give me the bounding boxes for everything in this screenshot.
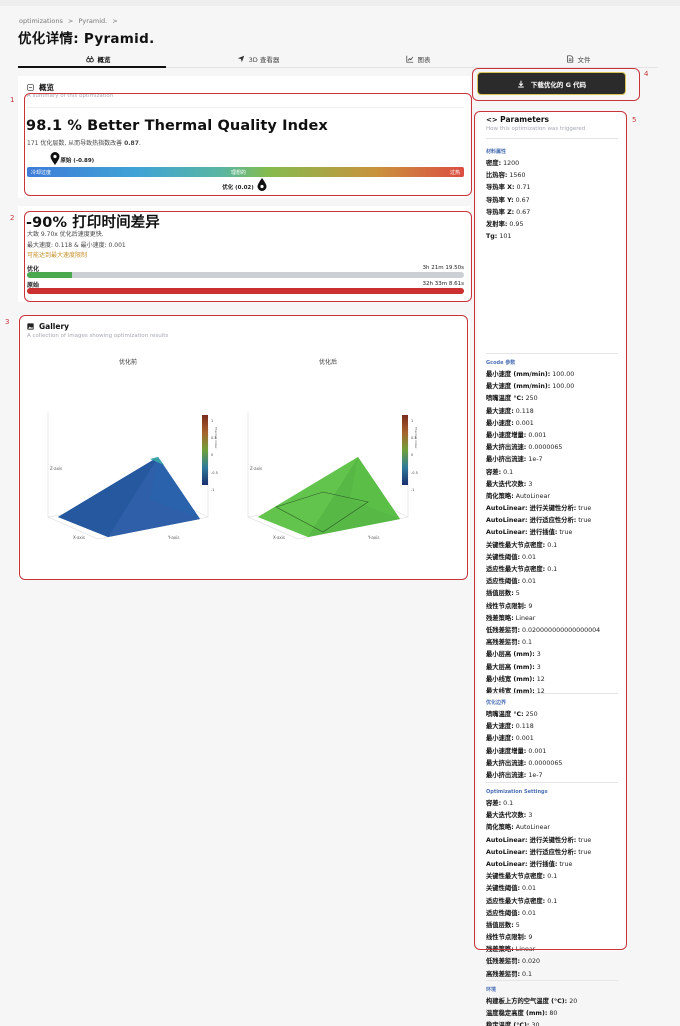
square-list-icon [27, 84, 34, 91]
annotation-box-1 [24, 93, 472, 196]
annotation-box-4 [472, 68, 640, 101]
tab-3d-viewer-label: 3D 查看器 [248, 56, 280, 64]
tab-charts[interactable]: 图表 [338, 52, 498, 66]
parameter-row: 低残差惩罚: 0.020 [486, 956, 620, 968]
overview-header: 概览 [27, 82, 54, 93]
parameter-row: 温度稳定高度 (mm): 80 [486, 1008, 620, 1020]
tab-charts-label: 图表 [417, 56, 431, 64]
parameter-group: 环境 构建板上方的空气温度 (°C): 20 温度稳定高度 (mm): 80 稳定温度… [486, 985, 620, 1026]
annotation-box-2 [24, 211, 472, 302]
breadcrumb-current[interactable]: Pyramid. [78, 17, 107, 25]
parameter-value: 20 [567, 998, 578, 1005]
parameter-key: 温度稳定高度 (mm): [486, 1010, 548, 1018]
annotation-number-5: 5 [632, 116, 637, 124]
tab-files-label: 文件 [577, 56, 591, 64]
annotation-box-3 [19, 315, 468, 580]
annotation-number-2: 2 [10, 214, 15, 222]
tab-files[interactable]: 文件 [498, 52, 658, 66]
binoculars-icon [85, 55, 94, 63]
annotation-number-3: 3 [5, 318, 10, 326]
parameter-key: 高残差惩罚: [486, 970, 521, 978]
tab-overview[interactable]: 概览 [18, 52, 178, 66]
parameter-key: 稳定温度 (°C): [486, 1022, 530, 1026]
breadcrumb-separator: > [112, 17, 118, 25]
parameter-row: 构建板上方的空气温度 (°C): 20 [486, 996, 620, 1008]
parameter-value: 80 [547, 1010, 558, 1018]
parameter-row: 稳定温度 (°C): 30 [486, 1020, 620, 1026]
breadcrumb: optimizations > Pyramid. > [19, 17, 121, 25]
parameter-group-divider [486, 980, 618, 981]
parameter-value: 0.1 [520, 970, 533, 978]
chart-icon [405, 55, 413, 63]
tab-bar: 概览 3D 查看器 图表 文件 [18, 52, 658, 66]
send-icon [237, 55, 244, 63]
top-strip [0, 0, 680, 6]
breadcrumb-root[interactable]: optimizations [19, 17, 63, 25]
tab-3d-viewer[interactable]: 3D 查看器 [178, 52, 338, 66]
annotation-number-1: 1 [10, 96, 15, 104]
parameter-group-title: 环境 [486, 987, 497, 993]
parameter-row: 高残差惩罚: 0.1 [486, 969, 620, 981]
annotation-box-5 [474, 111, 627, 950]
parameter-key: 低残差惩罚: [486, 958, 521, 966]
active-tab-indicator [18, 66, 166, 68]
page-title: 优化详情: Pyramid. [18, 31, 155, 47]
file-icon [566, 55, 573, 63]
annotation-number-4: 4 [644, 70, 649, 78]
parameter-value: 30 [529, 1022, 540, 1026]
breadcrumb-separator: > [67, 17, 74, 25]
overview-title: 概览 [39, 83, 54, 92]
parameter-value: 0.020 [520, 958, 541, 966]
tab-overview-label: 概览 [97, 56, 111, 64]
parameter-key: 构建板上方的空气温度 (°C): [486, 998, 568, 1005]
